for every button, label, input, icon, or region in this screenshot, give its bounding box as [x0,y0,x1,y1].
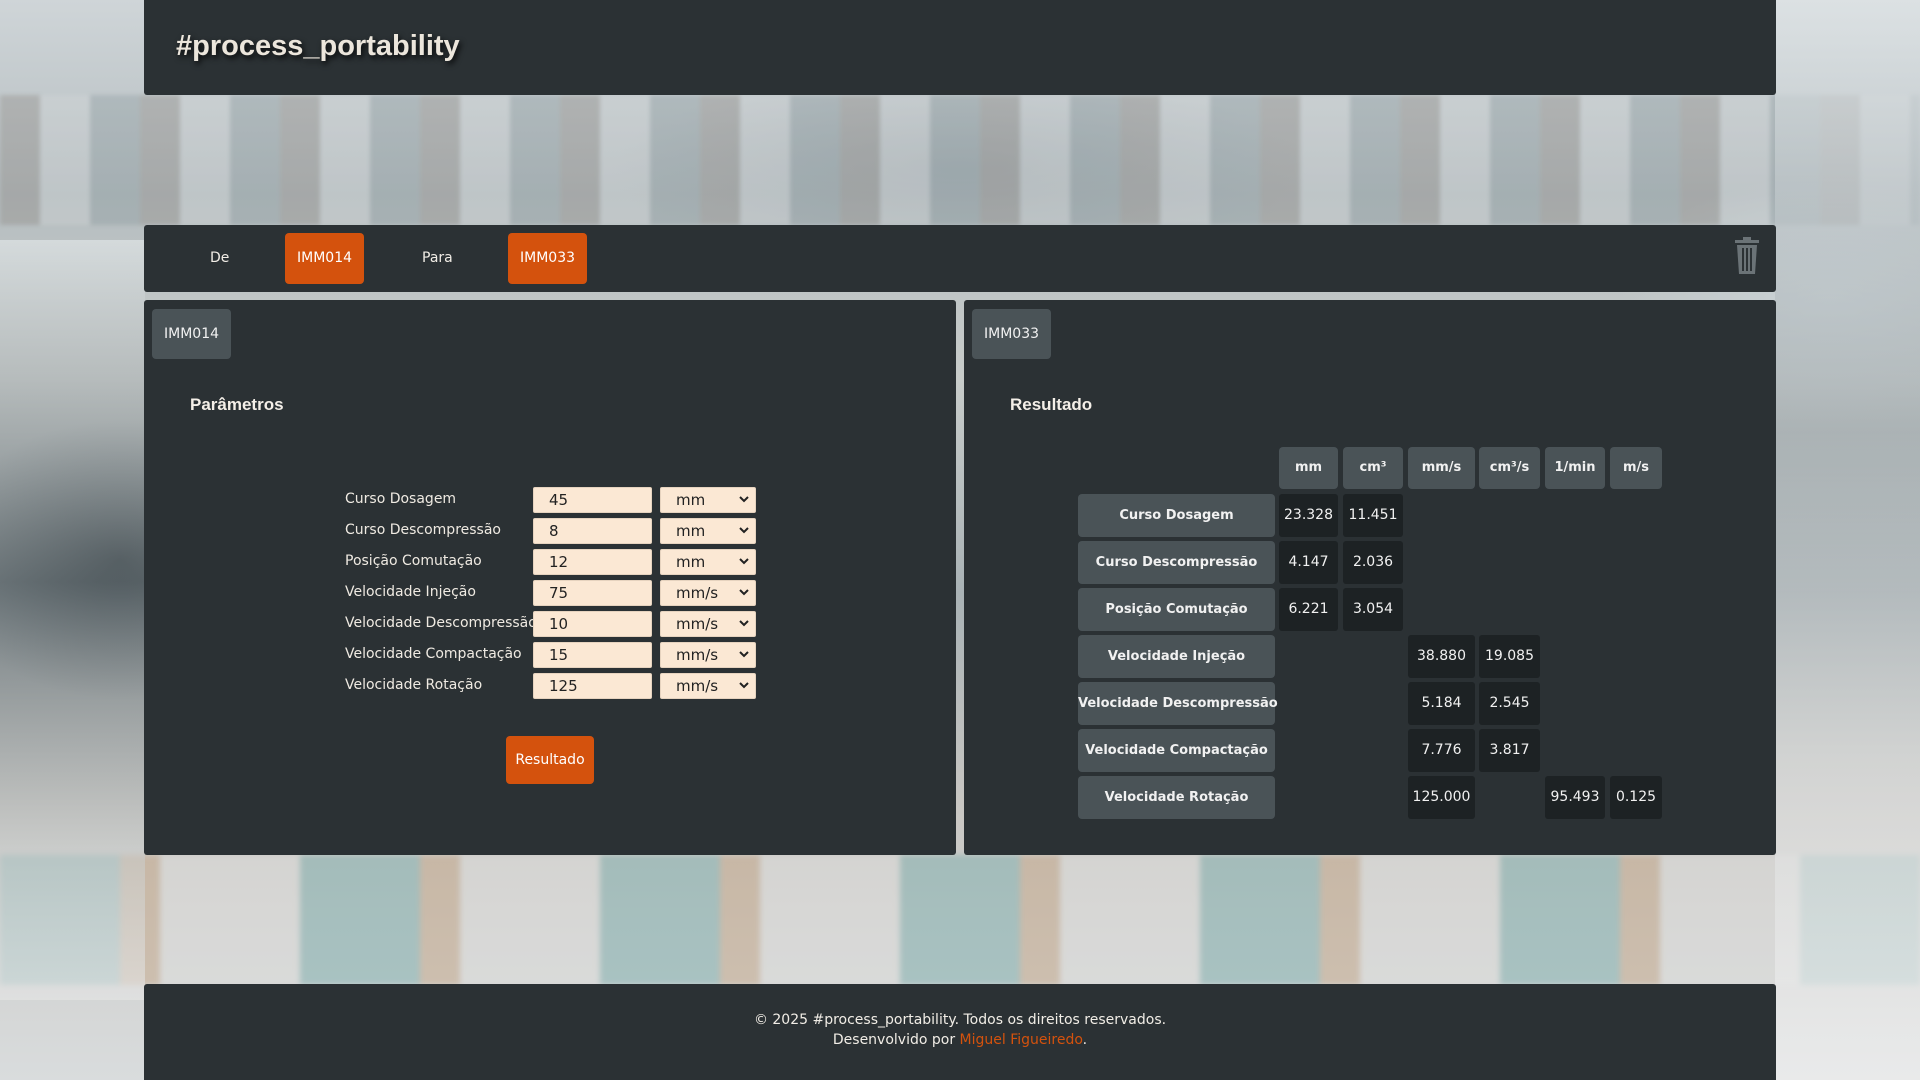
chevron-down-icon [739,682,749,689]
unit-header-cm3: cm³ [1343,447,1403,489]
posicao-comutacao-input[interactable] [533,549,652,575]
background-top [0,95,1920,225]
result-cell: 6.221 [1279,588,1338,631]
footer: © 2025 #process_portability. Todos os di… [144,984,1776,1080]
posicao-comutacao-unit-select[interactable]: mm [660,549,756,575]
velocidade-injecao-unit-select[interactable]: mm/s [660,580,756,606]
chevron-down-icon [739,496,749,503]
unit-header-mm-s: mm/s [1408,447,1475,489]
resultado-button[interactable]: Resultado [506,736,594,784]
result-row-label: Velocidade Rotação [1078,776,1275,819]
velocidade-descompressao-input[interactable] [533,611,652,637]
result-cell: 3.054 [1343,588,1403,631]
param-label: Curso Dosagem [345,491,457,507]
result-cell: 19.085 [1479,635,1540,678]
result-cell: 95.493 [1545,776,1605,819]
result-cell: 3.817 [1479,729,1540,772]
from-label: De [210,250,230,266]
param-label: Velocidade Descompressão [345,615,537,631]
result-cell: 0.125 [1610,776,1662,819]
curso-descompressao-input[interactable] [533,518,652,544]
curso-descompressao-unit-select[interactable]: mm [660,518,756,544]
curso-dosagem-unit-select[interactable]: mm [660,487,756,513]
unit-header-1-min: 1/min [1545,447,1605,489]
to-label: Para [422,250,453,266]
result-row-label: Curso Descompressão [1078,541,1275,584]
velocidade-rotacao-input[interactable] [533,673,652,699]
result-cell: 2.545 [1479,682,1540,725]
result-row-label: Posição Comutação [1078,588,1275,631]
brand-title: #process_portability [176,30,460,62]
velocidade-injecao-input[interactable] [533,580,652,606]
chevron-down-icon [739,589,749,596]
unit-header-mm: mm [1279,447,1338,489]
param-label: Velocidade Rotação [345,677,483,693]
header: #process_portability [144,0,1776,95]
developer-prefix: Desenvolvido por [832,1032,960,1048]
result-row-label: Velocidade Descompressão [1078,682,1278,725]
copyright-text: © 2025 #process_portability. Todos os di… [753,1012,1167,1028]
result-cell: 2.036 [1343,541,1403,584]
chevron-down-icon [739,558,749,565]
from-machine-button[interactable]: IMM014 [285,233,365,284]
parameters-title: Parâmetros [190,395,284,414]
result-cell: 4.147 [1279,541,1338,584]
curso-dosagem-input[interactable] [533,487,652,513]
target-machine-tag: IMM033 [972,309,1052,359]
background-bottom [0,855,1920,985]
result-row-label: Curso Dosagem [1078,494,1275,537]
trash-icon[interactable] [1734,237,1760,275]
velocidade-descompressao-unit-select[interactable]: mm/s [660,611,756,637]
velocidade-compactacao-unit-select[interactable]: mm/s [660,642,756,668]
param-label: Curso Descompressão [345,522,501,538]
result-cell: 7.776 [1408,729,1475,772]
result-cell: 5.184 [1408,682,1475,725]
to-machine-button[interactable]: IMM033 [508,233,588,284]
developer-credit: Desenvolvido por Miguel Figueiredo. [144,1032,1776,1048]
param-label: Velocidade Compactação [345,646,522,662]
chevron-down-icon [739,527,749,534]
source-machine-tag: IMM014 [152,309,232,359]
result-cell: 23.328 [1279,494,1338,537]
result-cell: 125.000 [1408,776,1475,819]
velocidade-rotacao-unit-select[interactable]: mm/s [660,673,756,699]
developer-suffix: . [1082,1032,1088,1048]
param-label: Velocidade Injeção [345,584,476,600]
result-cell: 11.451 [1343,494,1403,537]
results-title: Resultado [1010,395,1093,414]
machine-selector-bar: De IMM014 Para IMM033 [144,225,1776,292]
chevron-down-icon [739,651,749,658]
results-panel: IMM033 Resultado mm cm³ mm/s cm³/s 1/min… [964,300,1776,855]
background-left [0,240,145,1000]
result-cell: 38.880 [1408,635,1475,678]
developer-link[interactable]: Miguel Figueiredo [960,1032,1083,1048]
unit-header-m-s: m/s [1610,447,1662,489]
result-row-label: Velocidade Compactação [1078,729,1275,772]
chevron-down-icon [739,620,749,627]
background-right [1775,0,1920,1080]
unit-header-cm3-s: cm³/s [1479,447,1540,489]
result-row-label: Velocidade Injeção [1078,635,1275,678]
parameters-panel: IMM014 Parâmetros Curso Dosagem mm Curso… [144,300,956,855]
velocidade-compactacao-input[interactable] [533,642,652,668]
param-label: Posição Comutação [345,553,482,569]
